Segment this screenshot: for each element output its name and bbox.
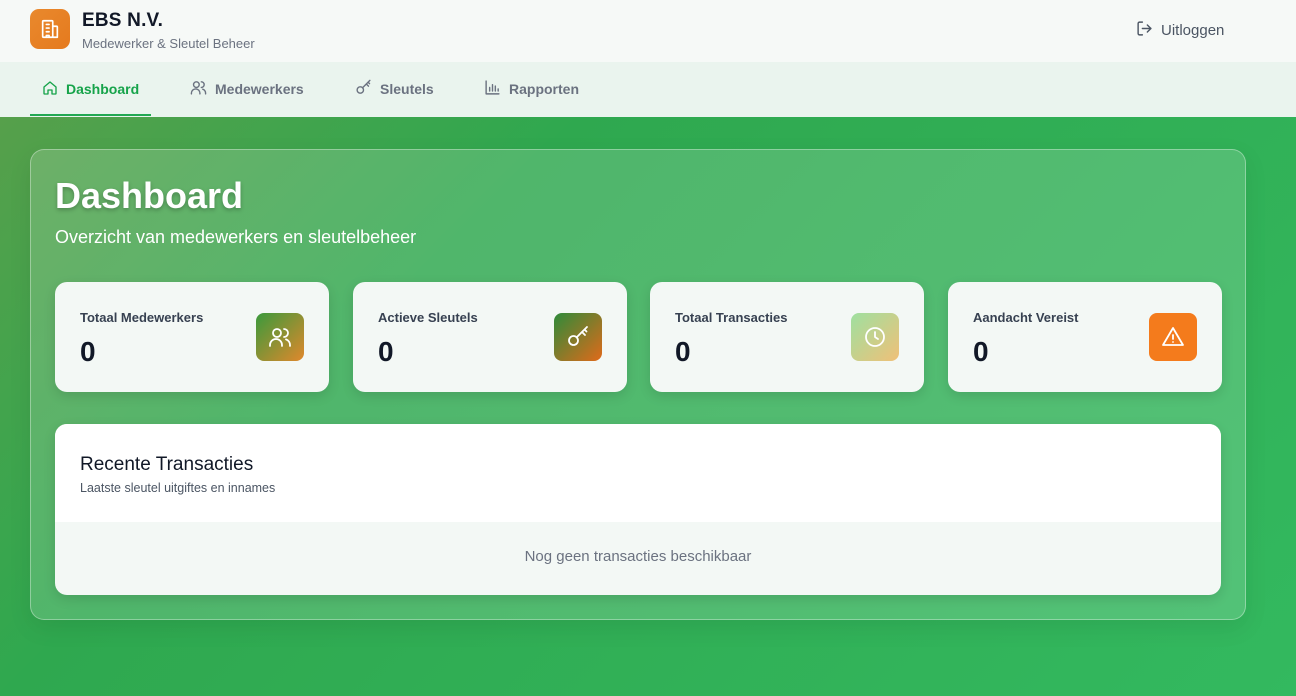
stat-value: 0 bbox=[80, 336, 96, 367]
tab-label: Medewerkers bbox=[215, 81, 304, 97]
bar-chart-icon bbox=[484, 79, 501, 99]
page-title: Dashboard bbox=[55, 175, 244, 216]
top-bar: EBS N.V. Medewerker & Sleutel Beheer Uit… bbox=[0, 0, 1296, 62]
stat-label: Actieve Sleutels bbox=[378, 310, 478, 325]
tab-dashboard[interactable]: Dashboard bbox=[29, 62, 152, 116]
empty-state-text: Nog geen transacties beschikbaar bbox=[524, 548, 752, 565]
key-icon bbox=[554, 313, 602, 361]
home-icon bbox=[42, 80, 58, 99]
stat-value: 0 bbox=[378, 336, 394, 367]
users-icon bbox=[190, 79, 207, 99]
logout-icon bbox=[1136, 20, 1153, 41]
stat-value: 0 bbox=[973, 336, 989, 367]
stat-card-sleutels: Actieve Sleutels 0 bbox=[353, 282, 627, 392]
clock-icon bbox=[851, 313, 899, 361]
recent-transactions-card: Recente Transacties Laatste sleutel uitg… bbox=[55, 424, 1221, 595]
nav-bar: Dashboard Medewerkers Sleutels Rapporten bbox=[0, 62, 1296, 117]
recent-transactions-header: Recente Transacties Laatste sleutel uitg… bbox=[55, 424, 1221, 522]
page-subtitle: Overzicht van medewerkers en sleutelbehe… bbox=[55, 227, 417, 247]
tab-rapporten[interactable]: Rapporten bbox=[484, 62, 579, 116]
stat-card-transacties: Totaal Transacties 0 bbox=[650, 282, 924, 392]
stat-card-aandacht: Aandacht Vereist 0 bbox=[948, 282, 1222, 392]
key-icon bbox=[355, 79, 372, 99]
stat-label: Aandacht Vereist bbox=[973, 310, 1079, 325]
building-icon bbox=[30, 9, 70, 49]
tab-label: Dashboard bbox=[66, 81, 140, 97]
stat-card-medewerkers: Totaal Medewerkers 0 bbox=[55, 282, 329, 392]
tab-label: Rapporten bbox=[509, 81, 579, 97]
tab-label: Sleutels bbox=[380, 81, 434, 97]
users-icon bbox=[256, 313, 304, 361]
logout-label: Uitloggen bbox=[1161, 21, 1225, 39]
stat-label: Totaal Medewerkers bbox=[80, 310, 204, 325]
stat-label: Totaal Transacties bbox=[675, 310, 788, 325]
logout-button[interactable]: Uitloggen bbox=[1136, 19, 1224, 41]
tab-sleutels[interactable]: Sleutels bbox=[355, 62, 434, 116]
stat-value: 0 bbox=[675, 336, 691, 367]
app-title: EBS N.V. bbox=[82, 10, 164, 31]
app-subtitle: Medewerker & Sleutel Beheer bbox=[82, 36, 255, 51]
warning-icon bbox=[1149, 313, 1197, 361]
recent-transactions-title: Recente Transacties bbox=[80, 454, 254, 475]
tab-medewerkers[interactable]: Medewerkers bbox=[190, 62, 304, 116]
recent-transactions-subtitle: Laatste sleutel uitgiftes en innames bbox=[80, 481, 276, 495]
